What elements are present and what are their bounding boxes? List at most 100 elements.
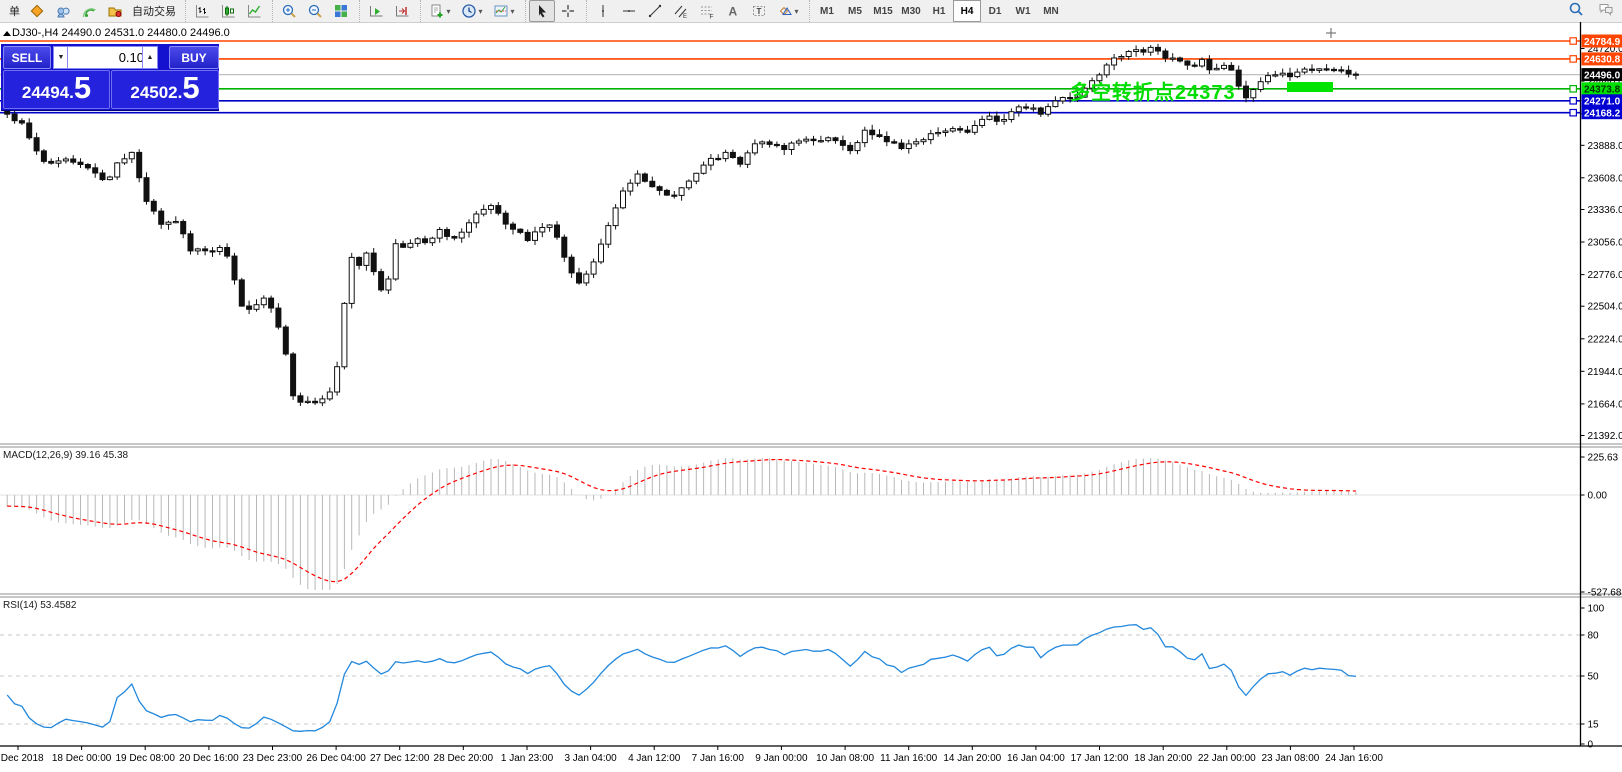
hline-icon[interactable]	[616, 0, 642, 22]
fibonacci-icon[interactable]: F	[694, 0, 720, 22]
hline-icon	[623, 10, 635, 12]
search-icon[interactable]	[1568, 1, 1584, 22]
autotrade-button[interactable]: 自动交易	[128, 3, 180, 19]
signal-icon[interactable]	[76, 0, 102, 22]
trendline-icon[interactable]	[642, 0, 668, 22]
rsi-pane	[0, 624, 1580, 732]
price-tick-label: 23888.0	[1588, 141, 1622, 152]
buy-button[interactable]: BUY	[169, 46, 219, 69]
macd-pane	[0, 457, 1580, 590]
candlestick-icon[interactable]	[215, 0, 241, 22]
new-order-icon	[431, 4, 443, 18]
timeframe-D1[interactable]: D1	[981, 0, 1009, 22]
line-handle-marker[interactable]	[1569, 84, 1578, 93]
time-tick-label: 23 Jan 08:00	[1261, 753, 1319, 764]
volume-input[interactable]	[67, 46, 149, 69]
time-tick-label: 4 Dec 2018	[0, 753, 44, 764]
shapes-icon[interactable]: ▾	[772, 0, 804, 22]
buy-price-pips: 5	[182, 70, 200, 105]
chart-canvas[interactable]: 24720.024440.024160.023888.023608.023336…	[0, 22, 1622, 772]
autoscroll-icon	[370, 6, 383, 17]
zoom-out-icon	[308, 4, 322, 18]
timeframe-M30[interactable]: M30	[897, 0, 925, 22]
mailbox-icon	[108, 7, 122, 17]
level-price-labels: 24784.9 24630.8 24496.0 24373.824271.024168…	[1569, 34, 1622, 120]
horizontal-level-lines[interactable]	[0, 40, 1580, 114]
macd-label: MACD(12,26,9) 39.16 45.38	[3, 450, 129, 461]
price-tick-label: 21392.0	[1588, 431, 1622, 442]
timeframe-M5[interactable]: M5	[841, 0, 869, 22]
time-axis[interactable]: 4 Dec 2018 18 Dec 00:0019 Dec 08:00 20 Dec…	[0, 746, 1383, 764]
tile-windows-icon[interactable]	[328, 0, 354, 22]
annotation-rectangle[interactable]	[1287, 82, 1333, 92]
time-tick-label: 22 Jan 00:00	[1198, 753, 1256, 764]
time-tick-label: 28 Dec 20:00	[434, 753, 494, 764]
time-tick-label: 18 Jan 20:00	[1134, 753, 1192, 764]
label-icon[interactable]: T	[746, 0, 772, 22]
mailbox-icon[interactable]	[102, 0, 128, 22]
text-icon: A	[729, 5, 738, 19]
search-icon	[1569, 2, 1583, 16]
time-tick-label: 27 Dec 12:00	[370, 753, 430, 764]
timeframe-M15[interactable]: M15	[869, 0, 897, 22]
buy-price[interactable]: 24502. 5	[111, 70, 219, 109]
dropdown-arrow-icon[interactable]: ▾	[478, 7, 482, 16]
volume-increase-button[interactable]: ▲	[142, 46, 158, 69]
cursor-icon[interactable]	[529, 0, 555, 22]
time-tick-label: 10 Jan 08:00	[816, 753, 874, 764]
price-axis[interactable]: 24720.024440.024160.023888.023608.023336…	[1580, 44, 1622, 751]
line-handle-marker[interactable]	[1569, 55, 1578, 63]
sell-button[interactable]: SELL	[3, 46, 51, 69]
new-order-icon[interactable]: ▾	[424, 0, 456, 22]
price-tick-label: 21944.0	[1588, 367, 1622, 378]
sell-price[interactable]: 24494. 5	[3, 70, 110, 109]
zoom-out-icon[interactable]	[302, 0, 328, 22]
community-icon[interactable]	[50, 0, 76, 22]
chart-annotation-text[interactable]: 多空转折点24373	[1070, 76, 1236, 105]
gift-icon[interactable]	[24, 0, 50, 22]
timeframe-MN[interactable]: MN	[1037, 0, 1065, 22]
time-tick-label: 24 Jan 16:00	[1325, 753, 1383, 764]
timeframe-W1[interactable]: W1	[1009, 0, 1037, 22]
line-handle-marker[interactable]	[1569, 96, 1578, 105]
chart-period-icon[interactable]: ▾	[456, 0, 488, 22]
vline-icon[interactable]	[590, 0, 616, 22]
macd-axis-label: 0.00	[1588, 491, 1608, 502]
time-tick-label: 23 Dec 23:00	[243, 753, 303, 764]
line-handle-marker[interactable]	[1569, 108, 1578, 117]
timeframe-M1[interactable]: M1	[813, 0, 841, 22]
timeframe-H1[interactable]: H1	[925, 0, 953, 22]
zoom-in-icon[interactable]	[276, 0, 302, 22]
toolbar-group-2	[272, 0, 357, 22]
crosshair-icon[interactable]	[555, 0, 581, 22]
svg-text:F: F	[710, 14, 714, 20]
time-tick-label: 4 Jan 12:00	[628, 753, 681, 764]
line-handle-marker[interactable]	[1569, 37, 1578, 45]
panel-collapse-icon[interactable]	[3, 31, 11, 36]
cursor-icon	[539, 5, 546, 18]
shift-chart-icon[interactable]	[389, 0, 415, 22]
sell-price-pips: 5	[73, 70, 92, 105]
chat-icon[interactable]	[1598, 1, 1614, 22]
line-chart-icon[interactable]	[241, 0, 267, 22]
fibonacci-icon: F	[701, 6, 714, 20]
dropdown-arrow-icon[interactable]: ▾	[446, 7, 450, 16]
toolbar-group-6: E F A T ▾	[586, 0, 807, 22]
autoscroll-icon[interactable]	[363, 0, 389, 22]
timeframe-group: M1 M5 M15 M30 H1 H4 D1 W1 MN	[809, 0, 1068, 22]
order-label[interactable]: 单	[5, 3, 24, 19]
toolbar-group-3	[359, 0, 418, 22]
indicators-icon[interactable]: ▾	[488, 0, 520, 22]
vline-icon	[602, 5, 604, 17]
macd-axis-label: 225.63	[1588, 453, 1619, 464]
timeframe-H4[interactable]: H4	[953, 0, 981, 22]
price-tick-label: 22224.0	[1588, 334, 1622, 345]
price-tick-label: 23336.0	[1588, 205, 1622, 216]
level-price-label-text: 24784.9	[1584, 37, 1621, 48]
channel-icon[interactable]: E	[668, 0, 694, 22]
line-chart-icon	[248, 5, 261, 18]
bar-chart-icon[interactable]	[189, 0, 215, 22]
dropdown-arrow-icon[interactable]: ▾	[510, 7, 514, 16]
dropdown-arrow-icon[interactable]: ▾	[794, 7, 798, 16]
text-icon[interactable]: A	[720, 0, 746, 22]
